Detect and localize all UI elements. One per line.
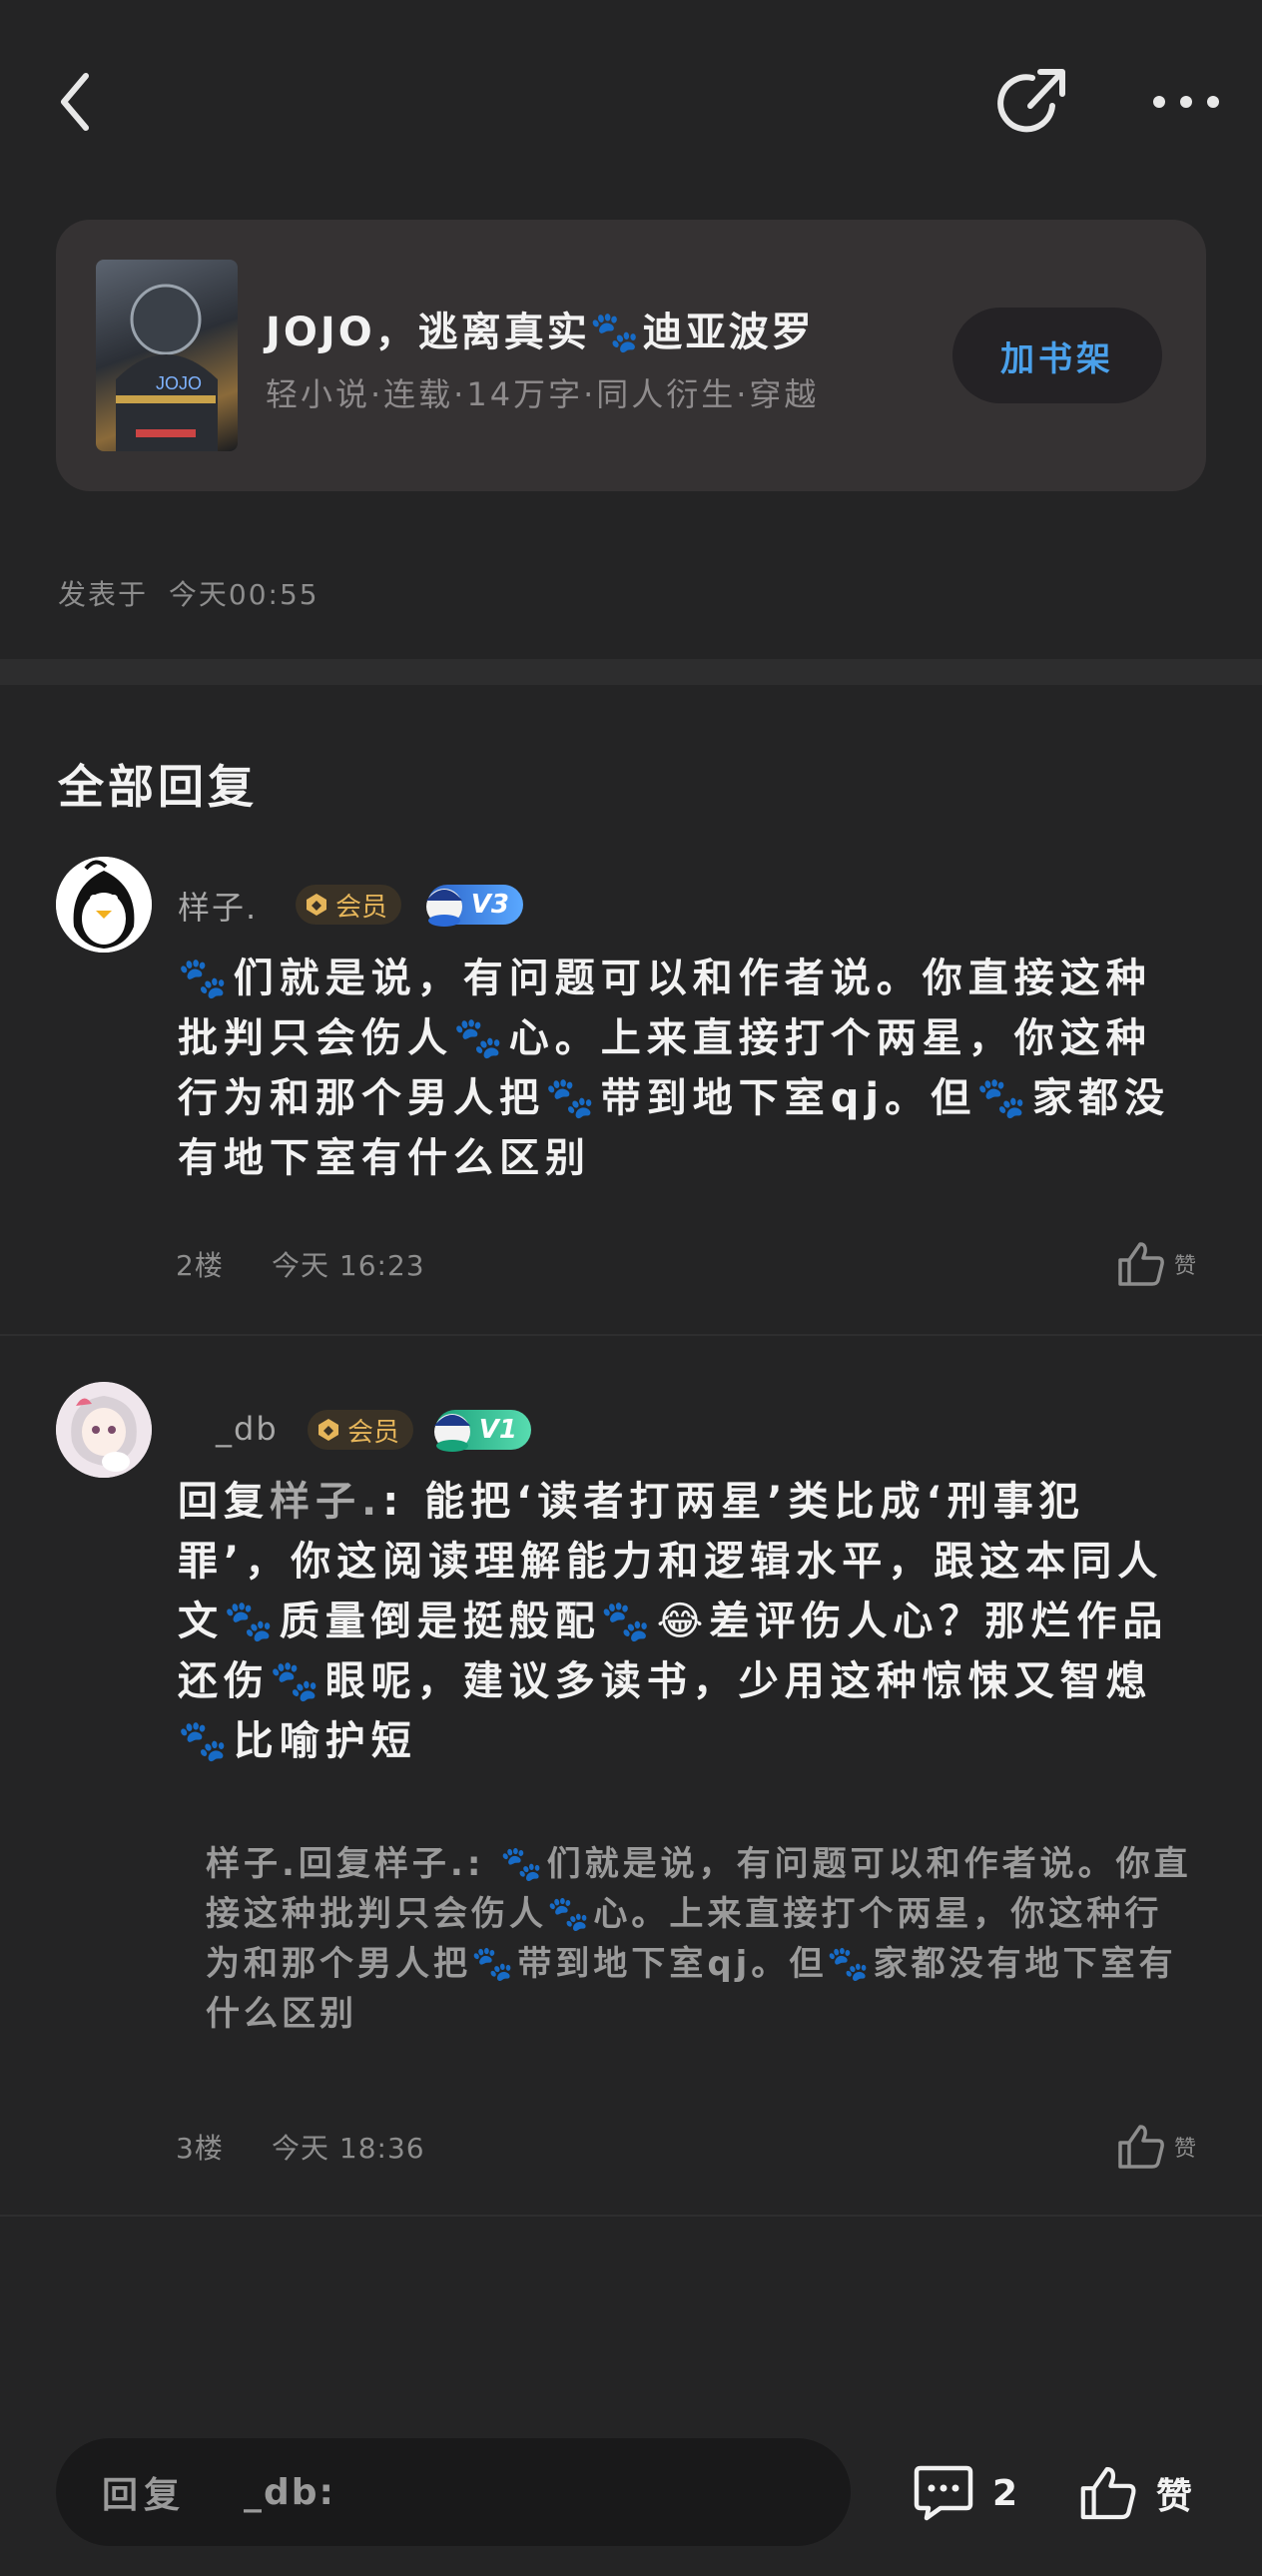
all-replies-title: 全部回复 [58, 760, 258, 814]
comments-button[interactable]: 2 [913, 2458, 1017, 2528]
comment-username[interactable]: 样子. [178, 883, 258, 929]
back-button[interactable] [36, 62, 116, 142]
share-button[interactable] [992, 62, 1074, 144]
comment-text: 回复样子.: 能把‘读者打两星’类比成‘刑事犯罪’，你这阅读理解能力和逻辑水平，… [178, 1472, 1196, 1771]
comment-bubble-icon [914, 2465, 973, 2521]
chevron-left-icon [61, 73, 89, 131]
like-label: 赞 [1156, 2476, 1193, 2517]
reply-input-target: _db: [244, 2471, 335, 2513]
comment-separator [0, 2215, 1262, 2217]
like-post-button[interactable]: 赞 [1078, 2458, 1192, 2528]
avatar[interactable] [56, 857, 152, 953]
comment-text: 🐾们就是说，有问题可以和作者说。你直接这种批判只会伤人🐾心。上来直接打个两星，你… [178, 956, 1170, 1181]
like-label: 赞 [1174, 2137, 1197, 2162]
add-to-shelf-button[interactable]: 加书架 [952, 308, 1162, 403]
book-title: JOJO，逃离真实🐾迪亚波罗 [266, 310, 815, 355]
avatar[interactable] [56, 1382, 152, 1478]
level-label: V3 [470, 890, 509, 920]
member-badge: 会员 [296, 885, 402, 925]
member-crown-icon [307, 894, 326, 916]
section-divider [0, 659, 1262, 685]
reply-prefix: 回复 [178, 1479, 270, 1525]
member-label: 会员 [335, 892, 388, 923]
like-button[interactable]: 赞 [1116, 2123, 1196, 2171]
reply-to-username[interactable]: 样子. [270, 1479, 382, 1525]
level-badge: V3 [426, 885, 523, 927]
penguin-avatar-icon [56, 857, 152, 953]
comment-username[interactable]: _db [216, 1410, 279, 1448]
level-label: V1 [478, 1415, 517, 1445]
book-card[interactable]: JOJO JOJO，逃离真实🐾迪亚波罗 轻小说·连载·14万字·同人衍生·穿越 … [56, 220, 1206, 491]
level-character-icon [434, 1414, 470, 1452]
thumbs-up-icon [1118, 1242, 1164, 1286]
reply-input-label: 回复 [102, 2475, 187, 2516]
member-badge: 会员 [308, 1410, 414, 1450]
comment-time: 今天 16:23 [272, 1249, 425, 1282]
member-label: 会员 [347, 1417, 400, 1448]
posted-time: 发表于 今天00:55 [58, 573, 319, 613]
like-label: 赞 [1174, 1254, 1197, 1279]
level-character-icon [426, 889, 462, 927]
comment-separator [0, 1334, 1262, 1336]
svg-text:JOJO: JOJO [156, 373, 202, 393]
more-button[interactable] [1144, 62, 1228, 142]
quoted-comment: 样子.回复样子.: 🐾们就是说，有问题可以和作者说。你直接这种批判只会伤人🐾心。… [206, 1844, 1192, 2034]
comment-time: 今天 18:36 [272, 2132, 425, 2165]
comment-floor: 2楼 [176, 1249, 224, 1282]
level-badge: V1 [434, 1410, 531, 1452]
share-icon [997, 69, 1065, 133]
thumbs-up-icon [1118, 2125, 1164, 2169]
reply-input[interactable]: 回复 _db: [56, 2438, 851, 2546]
book-meta: 轻小说·连载·14万字·同人衍生·穿越 [266, 375, 820, 413]
book-cover: JOJO [96, 260, 238, 451]
posted-label: 发表于 [58, 578, 149, 611]
member-crown-icon [318, 1419, 338, 1441]
posted-timestamp: 今天00:55 [168, 578, 319, 611]
more-icon [1153, 96, 1219, 108]
comment-count: 2 [992, 2472, 1018, 2514]
anime-girl-avatar-icon [56, 1382, 152, 1478]
thumbs-up-icon [1080, 2466, 1136, 2520]
like-button[interactable]: 赞 [1116, 1240, 1196, 1288]
comment-floor: 3楼 [176, 2132, 224, 2165]
